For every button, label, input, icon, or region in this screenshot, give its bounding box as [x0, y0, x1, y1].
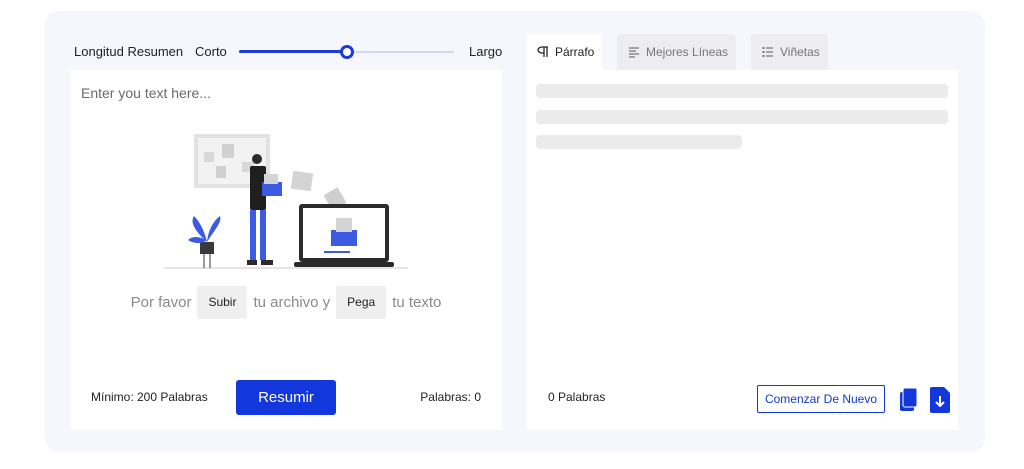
text-input[interactable]: Enter you text here...	[81, 85, 211, 101]
tab-bullets-label: Viñetas	[780, 45, 820, 59]
summary-length-control: Longitud Resumen Corto Largo	[74, 38, 502, 66]
paste-text-button[interactable]: Pega	[336, 285, 387, 319]
upload-paste-prompt: Por favor Subir tu archivo y Pega tu tex…	[70, 284, 502, 320]
start-over-button[interactable]: Comenzar De Nuevo	[757, 385, 885, 413]
tab-bullets[interactable]: Viñetas	[751, 34, 828, 70]
skeleton-line	[536, 110, 948, 124]
slider-fill	[239, 50, 347, 53]
tab-best-lines[interactable]: Mejores Líneas	[617, 34, 736, 70]
output-word-count: 0 Palabras	[548, 390, 606, 404]
upload-file-button[interactable]: Subir	[197, 285, 248, 319]
prompt-text-after: tu texto	[392, 293, 442, 311]
slider-thumb[interactable]	[340, 45, 354, 59]
bullet-list-icon	[762, 46, 774, 58]
summarize-button[interactable]: Resumir	[236, 380, 336, 415]
slider-max-label: Largo	[469, 44, 503, 59]
minimum-words-note: Mínimo: 200 Palabras	[91, 390, 208, 404]
skeleton-line	[536, 84, 948, 98]
length-slider[interactable]	[239, 45, 454, 59]
tab-paragraph[interactable]: Párrafo	[526, 34, 602, 70]
download-icon[interactable]	[930, 387, 950, 413]
pilcrow-icon	[537, 46, 549, 58]
prompt-text-before: Por favor	[130, 293, 192, 311]
copy-icon[interactable]	[900, 387, 918, 412]
input-word-count: Palabras: 0	[420, 390, 481, 404]
summary-length-label: Longitud Resumen	[74, 44, 184, 59]
tab-best-lines-label: Mejores Líneas	[646, 45, 729, 59]
slider-min-label: Corto	[195, 44, 227, 59]
lines-icon	[628, 46, 640, 58]
output-panel: 0 Palabras Comenzar De Nuevo	[526, 70, 958, 430]
tab-paragraph-label: Párrafo	[555, 45, 595, 59]
upload-illustration	[164, 134, 408, 269]
prompt-text-middle: tu archivo y	[253, 293, 331, 311]
skeleton-line	[536, 135, 742, 149]
input-panel: Enter you text here... Por favor Subir t…	[70, 70, 502, 430]
